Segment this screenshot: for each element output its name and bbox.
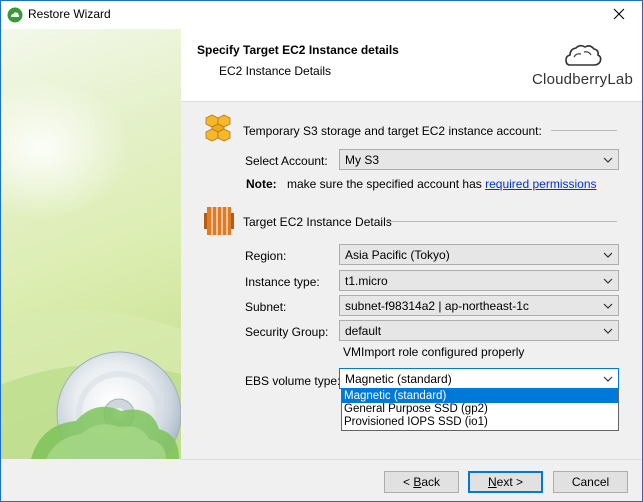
subnet-value: subnet-f98314a2 | ap-northeast-1c xyxy=(345,299,529,313)
security-group-value: default xyxy=(345,324,382,338)
wizard-footer: < Back Next > Cancel xyxy=(181,459,642,501)
security-group-label: Security Group: xyxy=(245,325,329,339)
wizard-side-banner xyxy=(1,29,181,459)
subnet-label: Subnet: xyxy=(245,300,287,314)
restore-wizard-window: Restore Wizard Specify Target EC2 Instan… xyxy=(0,0,643,502)
note-text: make sure the specified account has requ… xyxy=(287,177,597,191)
instance-type-dropdown[interactable]: t1.micro xyxy=(339,270,619,291)
ebs-option-magnetic[interactable]: Magnetic (standard) xyxy=(342,390,618,403)
note-label: Note: xyxy=(246,177,277,191)
required-permissions-link[interactable]: required permissions xyxy=(485,177,596,191)
ebs-volume-type-dropdown[interactable]: Magnetic (standard) xyxy=(339,368,619,389)
cloud-logo-icon xyxy=(565,44,602,66)
chevron-down-icon xyxy=(602,300,614,312)
select-account-label: Select Account: xyxy=(245,154,328,168)
window-title: Restore Wizard xyxy=(28,7,111,21)
select-account-dropdown[interactable]: My S3 xyxy=(339,149,619,170)
page-title: Specify Target EC2 Instance details xyxy=(197,43,399,57)
region-value: Asia Pacific (Tokyo) xyxy=(345,248,450,262)
cloudberry-app-icon xyxy=(7,7,23,23)
logo-text: CloudberryLab xyxy=(532,71,633,88)
select-account-value: My S3 xyxy=(345,153,380,167)
chevron-down-icon xyxy=(602,373,614,385)
s3-section-divider xyxy=(551,130,617,131)
ebs-volume-type-value: Magnetic (standard) xyxy=(345,372,452,386)
region-label: Region: xyxy=(245,249,287,263)
close-button[interactable] xyxy=(596,1,642,29)
chevron-down-icon xyxy=(602,325,614,337)
chevron-down-icon xyxy=(602,154,614,166)
instance-type-label: Instance type: xyxy=(245,275,320,289)
cancel-button[interactable]: Cancel xyxy=(553,471,628,493)
next-button[interactable]: Next > xyxy=(468,471,543,493)
ebs-option-io1[interactable]: Provisioned IOPS SSD (io1) xyxy=(342,416,618,429)
subnet-dropdown[interactable]: subnet-f98314a2 | ap-northeast-1c xyxy=(339,295,619,316)
instance-type-value: t1.micro xyxy=(345,274,388,288)
vmimport-status: VMImport role configured properly xyxy=(343,345,525,359)
ec2-section-divider xyxy=(386,221,617,222)
region-dropdown[interactable]: Asia Pacific (Tokyo) xyxy=(339,244,619,265)
close-icon xyxy=(613,8,625,23)
s3-boxes-icon xyxy=(203,113,233,146)
ebs-volume-type-label: EBS volume type: xyxy=(245,374,341,388)
chevron-down-icon xyxy=(602,275,614,287)
wizard-header: Specify Target EC2 Instance details EC2 … xyxy=(181,29,642,101)
security-group-dropdown[interactable]: default xyxy=(339,320,619,341)
cloudberry-logo: CloudberryLab xyxy=(532,39,633,91)
title-bar: Restore Wizard xyxy=(1,1,642,29)
ebs-volume-type-options: Magnetic (standard) General Purpose SSD … xyxy=(341,389,619,431)
ec2-section-title: Target EC2 Instance Details xyxy=(243,215,392,229)
chevron-down-icon xyxy=(602,249,614,261)
ec2-instance-icon xyxy=(204,205,234,240)
s3-section-title: Temporary S3 storage and target EC2 inst… xyxy=(243,124,542,138)
page-subtitle: EC2 Instance Details xyxy=(219,64,332,78)
back-button[interactable]: < Back xyxy=(384,471,459,493)
ebs-option-gp2[interactable]: General Purpose SSD (gp2) xyxy=(342,403,618,416)
